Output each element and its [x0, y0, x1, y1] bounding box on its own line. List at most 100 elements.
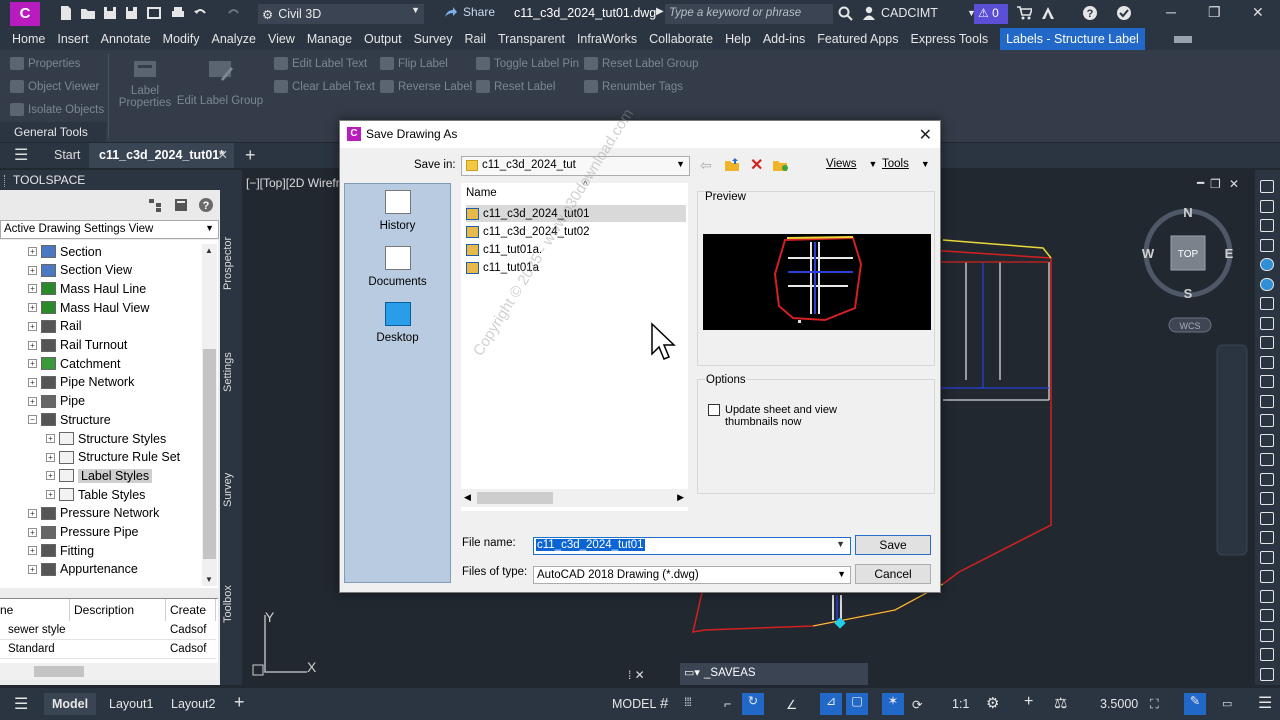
zoom-value[interactable]: 3.5000 — [1100, 697, 1138, 711]
clear-label-text-button[interactable]: Clear Label Text — [274, 80, 375, 93]
side-tab-survey[interactable]: Survey — [222, 460, 240, 520]
menu-item-labels-structure-label[interactable]: Labels - Structure Label — [1000, 28, 1145, 50]
menu-item-express-tools[interactable]: Express Tools — [905, 28, 995, 50]
autodesk-a360-icon[interactable] — [1040, 5, 1056, 21]
list-cell[interactable]: Cadsof — [166, 640, 216, 659]
menu-overflow-icon[interactable] — [1174, 36, 1192, 43]
tree-node-appurtenance[interactable]: + Appurtenance — [28, 560, 138, 579]
notifications-button[interactable]: ⚠ 0 — [974, 4, 1008, 24]
minimize-icon[interactable]: ─ — [1166, 4, 1176, 20]
cancel-button[interactable]: Cancel — [855, 564, 931, 584]
palette-tool-icon[interactable] — [1260, 219, 1274, 232]
viewcube-top-face[interactable]: TOP — [1178, 249, 1199, 260]
ortho-icon[interactable]: ⌐ — [724, 697, 731, 711]
learning-icon[interactable] — [1116, 5, 1132, 21]
chevron-right-icon[interactable]: ▶ — [656, 6, 664, 17]
scroll-right-icon[interactable]: ▶ — [677, 492, 684, 503]
new-file-icon[interactable] — [58, 5, 74, 21]
tree-node-pressure-pipe[interactable]: + Pressure Pipe — [28, 523, 139, 542]
label-properties-button[interactable]: Label Properties — [116, 55, 174, 109]
help-icon[interactable]: ? — [1082, 5, 1098, 21]
model-tab[interactable]: Model — [44, 693, 96, 715]
isolate-objects-button[interactable]: Isolate Objects — [10, 103, 104, 116]
viewport-restore-icon[interactable]: ❐ — [1210, 177, 1221, 191]
tree-node-table-styles[interactable]: + Table Styles — [46, 485, 145, 504]
close-icon[interactable]: ✕ — [919, 125, 932, 145]
plot-icon[interactable] — [170, 5, 186, 21]
expand-icon[interactable]: + — [46, 452, 55, 462]
expand-icon[interactable]: + — [46, 434, 55, 443]
place-desktop[interactable]: Desktop — [345, 302, 450, 344]
tree-node-catchment[interactable]: + Catchment — [28, 354, 120, 373]
units-icon[interactable]: ⚖ — [1054, 694, 1067, 712]
tools-menu[interactable]: Tools ▼ — [882, 158, 930, 170]
isolate-icon[interactable]: ✎ — [1184, 693, 1206, 715]
list-cell[interactable]: sewer style — [0, 621, 70, 640]
cart-icon[interactable] — [1016, 5, 1032, 21]
checkbox-unchecked[interactable] — [708, 404, 720, 416]
annotation-visibility-icon[interactable]: ✶ — [882, 693, 904, 715]
scrollbar-thumb[interactable] — [34, 666, 84, 677]
restore-icon[interactable]: ❐ — [1208, 4, 1221, 21]
undo-icon[interactable] — [192, 5, 208, 21]
tree-node-mass-haul-line[interactable]: + Mass Haul Line — [28, 279, 146, 298]
reset-label-button[interactable]: Reset Label — [476, 80, 555, 93]
save-as-icon[interactable] — [124, 5, 140, 21]
search-icon[interactable] — [838, 6, 853, 21]
palette-tool-icon[interactable] — [1260, 609, 1274, 622]
expand-icon[interactable]: + — [28, 340, 37, 350]
view-select[interactable]: Active Drawing Settings View ▼ — [0, 220, 219, 239]
share-button[interactable]: Share — [444, 5, 495, 19]
clean-screen-icon[interactable]: ▭ — [1222, 697, 1232, 710]
viewport-minimize-icon[interactable]: ━ — [1196, 176, 1205, 190]
place-history[interactable]: History — [345, 190, 450, 232]
expand-icon[interactable]: + — [28, 546, 37, 556]
tree-node-structure-styles[interactable]: + Structure Styles — [46, 429, 166, 448]
object-snap-icon[interactable]: ⊿ — [820, 693, 842, 715]
expand-icon[interactable]: + — [28, 284, 37, 294]
web-mobile-icon[interactable] — [146, 5, 162, 21]
customize-icon[interactable]: ☰ — [1258, 693, 1272, 713]
side-tab-toolbox[interactable]: Toolbox — [222, 570, 240, 638]
expand-icon[interactable]: + — [28, 508, 37, 518]
expand-icon[interactable]: + — [46, 471, 55, 481]
object-snap-tracking-icon[interactable]: ∠ — [786, 697, 797, 712]
menu-item-manage[interactable]: Manage — [301, 28, 358, 50]
reset-label-group-button[interactable]: Reset Label Group — [584, 57, 699, 70]
views-menu[interactable]: Views ▼ — [826, 158, 877, 170]
workspace-gear-icon[interactable]: ⚙ — [986, 694, 999, 712]
hamburger-icon[interactable]: ☰ — [14, 143, 28, 168]
list-cell[interactable] — [70, 640, 166, 659]
grip-icon[interactable] — [4, 174, 7, 187]
expand-icon[interactable]: + — [28, 247, 37, 256]
expand-icon[interactable]: + — [28, 396, 37, 406]
open-folder-icon[interactable] — [80, 5, 96, 21]
expand-icon[interactable]: + — [28, 377, 37, 387]
file-name-input[interactable]: c11_c3d_2024_tut01 ▼ — [533, 537, 851, 555]
item-view-icon[interactable] — [174, 198, 188, 212]
dynamic-input-icon[interactable]: ▢ — [846, 693, 868, 715]
tree-node-structure-rule-set[interactable]: + Structure Rule Set — [46, 448, 180, 467]
viewport-close-icon[interactable]: ✕ — [1229, 177, 1239, 191]
palette-tool-icon[interactable] — [1260, 336, 1274, 349]
menu-item-modify[interactable]: Modify — [157, 28, 206, 50]
tree-node-pipe-network[interactable]: + Pipe Network — [28, 373, 134, 392]
menu-item-annotate[interactable]: Annotate — [95, 28, 157, 50]
file-item[interactable]: c11_c3d_2024_tut02 — [466, 223, 596, 240]
scrollbar-thumb[interactable] — [477, 492, 553, 504]
expand-icon[interactable]: + — [28, 321, 37, 331]
update-thumbnails-checkbox[interactable]: Update sheet and view thumbnails now — [708, 404, 837, 428]
close-tab-icon[interactable]: ✕ — [218, 143, 228, 168]
hardware-acceleration-icon[interactable]: ⛶ — [1150, 697, 1159, 712]
command-grip-icon[interactable]: ⁞ ✕ — [628, 668, 645, 682]
tree-node-section-view[interactable]: + Section View — [28, 261, 132, 280]
viewport-controls[interactable]: [−][Top][2D Wirefra — [246, 176, 346, 190]
hierarchy-icon[interactable] — [148, 198, 162, 212]
workspace-dropdown[interactable]: ⚙ Civil 3D ▼ — [258, 4, 424, 24]
palette-tool-icon[interactable] — [1260, 492, 1274, 505]
command-line[interactable]: ▭▾ _SAVEAS — [680, 663, 868, 685]
properties-button[interactable]: Properties — [10, 57, 80, 70]
viewcube[interactable] — [1143, 208, 1248, 556]
save-in-dropdown[interactable]: c11_c3d_2024_tut ▼ — [461, 156, 690, 176]
user-account[interactable]: CADCIMT ▼ — [862, 6, 976, 20]
